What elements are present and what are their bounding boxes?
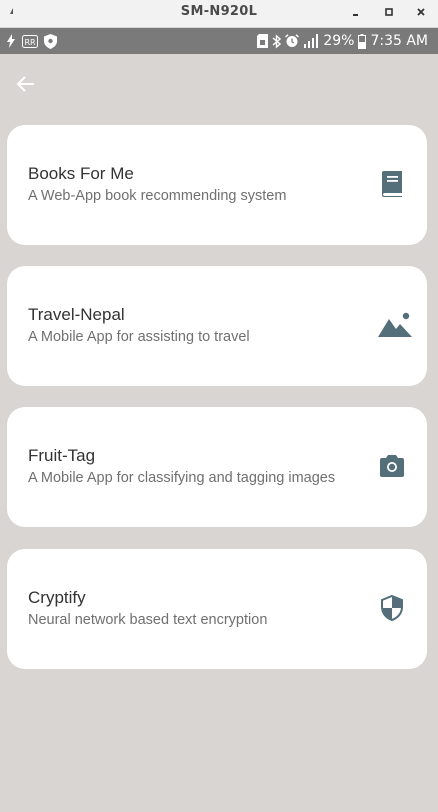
camera-icon <box>380 455 404 477</box>
book-icon <box>382 171 402 197</box>
project-subtitle: A Mobile App for assisting to travel <box>28 329 250 345</box>
sim-icon <box>257 34 269 48</box>
minimize-icon[interactable] <box>350 6 362 18</box>
notification-icons: RR <box>6 33 57 49</box>
status-time: 7:35 AM <box>370 33 428 49</box>
svg-text:RR: RR <box>24 38 36 47</box>
close-icon[interactable] <box>415 6 427 18</box>
project-title: Fruit-Tag <box>28 446 96 465</box>
landscape-icon <box>378 312 412 337</box>
project-card-cryptify[interactable]: Cryptify Neural network based text encry… <box>7 549 427 669</box>
maximize-icon[interactable] <box>383 6 395 18</box>
battery-percent: 29% <box>323 33 355 49</box>
alarm-icon <box>285 34 300 47</box>
project-title: Cryptify <box>28 588 86 607</box>
project-title: Travel-Nepal <box>28 305 125 324</box>
project-card-travel-nepal[interactable]: Travel-Nepal A Mobile App for assisting … <box>7 266 427 386</box>
project-title: Books For Me <box>28 164 134 183</box>
project-subtitle: Neural network based text encryption <box>28 612 268 628</box>
shield-icon <box>381 594 403 622</box>
shield-status-icon <box>44 33 57 49</box>
project-subtitle: A Web-App book recommending system <box>28 188 287 204</box>
project-subtitle: A Mobile App for classifying and tagging… <box>28 470 336 486</box>
window-title: SM-N920L <box>180 4 258 19</box>
status-bar: RR 29% 7:35 AM <box>0 28 438 54</box>
project-card-books-for-me[interactable]: Books For Me A Web-App book recommending… <box>7 125 427 245</box>
rr-badge-icon: RR <box>22 34 38 48</box>
bluetooth-icon <box>272 33 282 49</box>
project-card-fruit-tag[interactable]: Fruit-Tag A Mobile App for classifying a… <box>7 407 427 527</box>
signal-icon <box>304 34 319 48</box>
back-arrow-icon[interactable] <box>14 72 38 96</box>
flash-icon <box>7 34 15 48</box>
battery-icon <box>358 33 367 49</box>
window-title-bar: SM-N920L <box>0 0 438 28</box>
